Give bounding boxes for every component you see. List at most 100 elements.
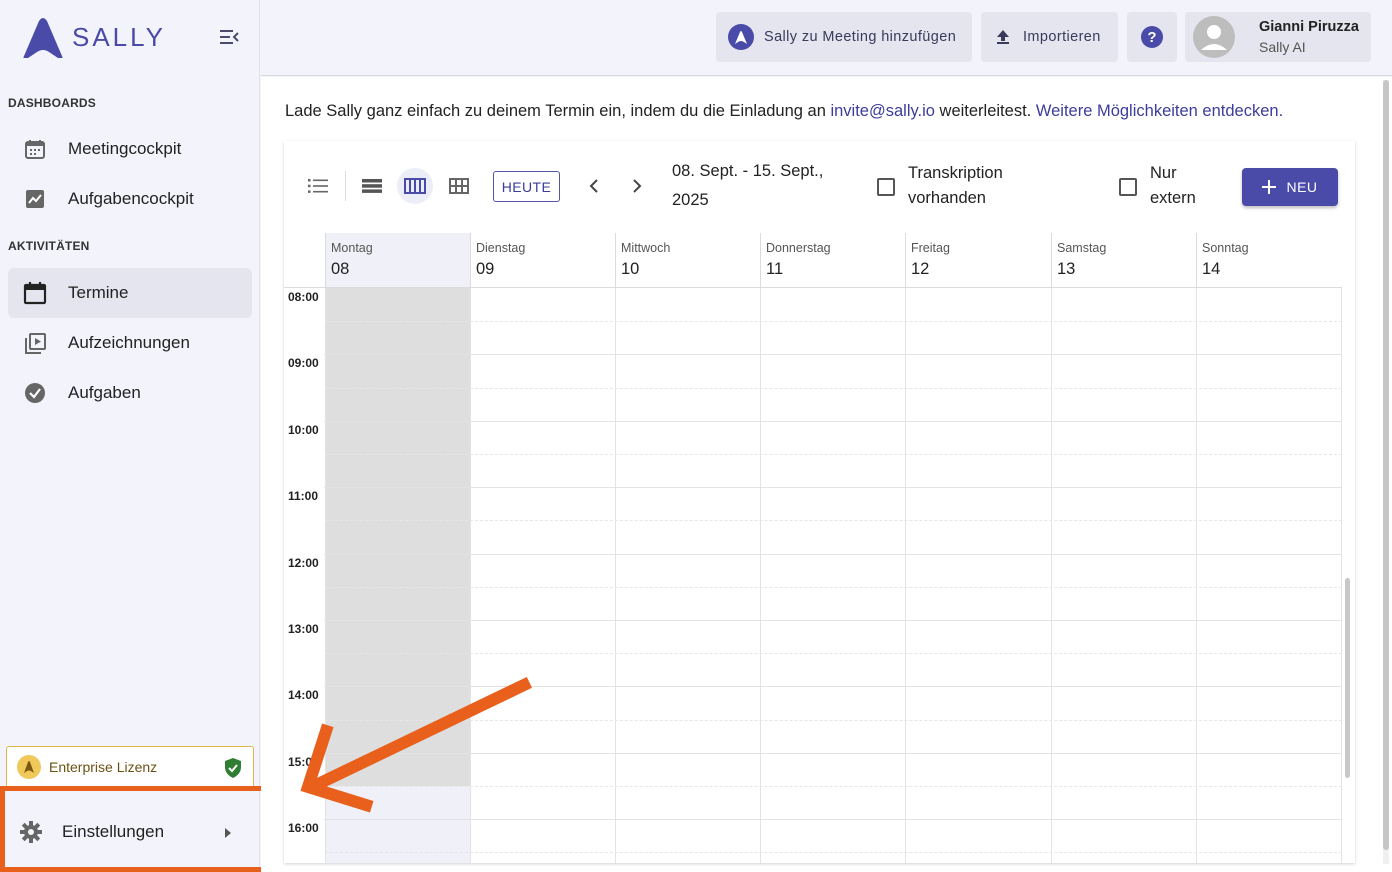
time-label: 10:00 xyxy=(288,422,319,437)
upload-icon xyxy=(995,29,1011,45)
column-divider xyxy=(905,288,906,863)
gear-icon xyxy=(20,821,42,843)
topbar: Sally zu Meeting hinzufügen Importieren … xyxy=(261,0,1392,76)
filter-label-line: extern xyxy=(1150,189,1196,207)
sally-circle-icon xyxy=(728,24,754,50)
help-icon: ? xyxy=(1141,26,1163,48)
page-scrollbar-thumb[interactable] xyxy=(1383,80,1389,850)
calendar-grid-icon xyxy=(22,136,48,162)
hour-line xyxy=(324,487,1342,489)
hour-line xyxy=(324,420,1342,422)
grid-scrollbar[interactable] xyxy=(1345,578,1350,778)
user-menu-button[interactable]: Gianni Piruzza Sally AI xyxy=(1185,12,1371,62)
day-number: 08 xyxy=(331,260,350,278)
day-view-icon[interactable] xyxy=(355,171,389,201)
brand-name: SALLY xyxy=(72,21,167,52)
month-view-icon[interactable] xyxy=(442,171,476,201)
info-text-part: Lade Sally ganz einfach zu deinem Termin… xyxy=(285,102,831,120)
day-header: Montag 08 Dienstag 09 Mittwoch 10 Donnerstag 11… xyxy=(284,233,1342,288)
chevron-right-icon xyxy=(224,826,232,844)
day-header-4[interactable]: Freitag 12 xyxy=(905,233,1051,288)
settings-menu-item[interactable]: Einstellungen xyxy=(8,800,260,864)
calendar-toolbar: HEUTE 08. Sept. - 15. Sept., 2025 Transk… xyxy=(284,141,1355,233)
column-divider xyxy=(760,288,761,863)
half-hour-line xyxy=(325,321,1342,323)
column-divider xyxy=(615,288,616,863)
sidebar-item-aufzeichnungen[interactable]: Aufzeichnungen xyxy=(8,318,252,368)
sidebar-item-meetingcockpit[interactable]: Meetingcockpit xyxy=(8,124,252,174)
half-hour-line xyxy=(325,586,1342,588)
page-scrollbar[interactable] xyxy=(1383,80,1389,864)
import-button[interactable]: Importieren xyxy=(981,12,1118,62)
sidebar-item-aufgabencockpit[interactable]: Aufgabencockpit xyxy=(8,174,252,224)
chevron-left-icon[interactable] xyxy=(577,171,611,201)
sidebar-item-label: Aufgaben xyxy=(68,383,141,402)
day-name: Sonntag xyxy=(1202,241,1249,255)
avatar xyxy=(1193,16,1235,58)
help-button[interactable]: ? xyxy=(1127,12,1177,62)
day-name: Donnerstag xyxy=(766,241,831,255)
date-range-line: 08. Sept. - 15. Sept., xyxy=(672,162,824,180)
day-header-2[interactable]: Mittwoch 10 xyxy=(615,233,760,288)
week-view-icon[interactable] xyxy=(397,168,433,204)
day-number: 10 xyxy=(621,260,640,278)
column-divider xyxy=(1196,288,1197,863)
sidebar-item-label: Aufzeichnungen xyxy=(68,333,190,352)
day-header-6[interactable]: Sonntag 14 xyxy=(1196,233,1341,288)
time-label: 08:00 xyxy=(288,290,319,304)
user-org: Sally AI xyxy=(1259,39,1306,55)
column-divider xyxy=(1341,288,1342,863)
new-event-button[interactable]: NEU xyxy=(1242,168,1338,206)
logo[interactable]: SALLY xyxy=(20,16,166,58)
sidebar-item-label: Aufgabencockpit xyxy=(68,189,194,208)
half-hour-line xyxy=(325,653,1342,655)
day-header-3[interactable]: Donnerstag 11 xyxy=(760,233,905,288)
day-name: Mittwoch xyxy=(621,241,671,255)
info-text-part: weiterleitest. xyxy=(934,102,1036,120)
time-label: 12:00 xyxy=(288,555,319,570)
sidebar-item-termine[interactable]: Termine xyxy=(8,268,252,318)
import-label: Importieren xyxy=(1023,29,1101,45)
sidebar-item-label: Meetingcockpit xyxy=(68,139,182,158)
half-hour-line xyxy=(325,852,1342,854)
sidebar-item-label: Termine xyxy=(68,283,129,302)
license-logo-icon xyxy=(17,755,41,779)
video-library-icon xyxy=(22,330,48,356)
day-name: Montag xyxy=(331,241,373,255)
half-hour-line xyxy=(325,454,1342,455)
invite-email-link[interactable]: invite@sally.io xyxy=(830,102,934,120)
day-name: Freitag xyxy=(911,241,950,255)
external-only-checkbox[interactable] xyxy=(1119,178,1137,196)
day-header-1[interactable]: Dienstag 09 xyxy=(470,233,615,288)
license-badge[interactable]: Enterprise Lizenz xyxy=(6,746,254,788)
list-view-icon[interactable] xyxy=(301,171,335,201)
date-range: 08. Sept. - 15. Sept., 2025 xyxy=(672,157,852,215)
new-button-label: NEU xyxy=(1286,179,1318,195)
hour-line xyxy=(324,553,1342,555)
half-hour-line xyxy=(325,387,1342,389)
filter-label-line: vorhanden xyxy=(908,189,986,207)
pointer-arrow xyxy=(300,676,533,813)
transcription-filter-label: Transkription vorhanden xyxy=(908,161,1003,211)
half-hour-line xyxy=(325,520,1342,522)
add-meeting-label: Sally zu Meeting hinzufügen xyxy=(764,29,957,45)
hour-line xyxy=(324,620,1342,621)
filter-label-line: Transkription xyxy=(908,164,1003,182)
more-options-link[interactable]: Weitere Möglichkeiten entdecken. xyxy=(1036,102,1283,120)
chevron-right-icon[interactable] xyxy=(620,171,654,201)
day-header-5[interactable]: Samstag 13 xyxy=(1051,233,1196,288)
day-number: 11 xyxy=(766,260,784,278)
add-sally-to-meeting-button[interactable]: Sally zu Meeting hinzufügen xyxy=(716,12,972,62)
sidebar-item-aufgaben[interactable]: Aufgaben xyxy=(8,368,252,418)
transcription-checkbox[interactable] xyxy=(877,178,895,196)
column-divider xyxy=(1051,288,1052,863)
sidebar: SALLY DASHBOARDS Meetingcockpit Aufgaben… xyxy=(0,0,260,872)
day-header-0[interactable]: Montag 08 xyxy=(325,233,470,288)
section-activities: AKTIVITÄTEN xyxy=(8,239,90,253)
user-name: Gianni Piruzza xyxy=(1259,19,1359,35)
collapse-menu-icon[interactable] xyxy=(218,26,242,48)
day-number: 09 xyxy=(476,260,495,278)
today-button[interactable]: HEUTE xyxy=(493,171,560,202)
sally-logo-icon xyxy=(23,18,63,58)
verified-shield-icon xyxy=(223,757,243,784)
